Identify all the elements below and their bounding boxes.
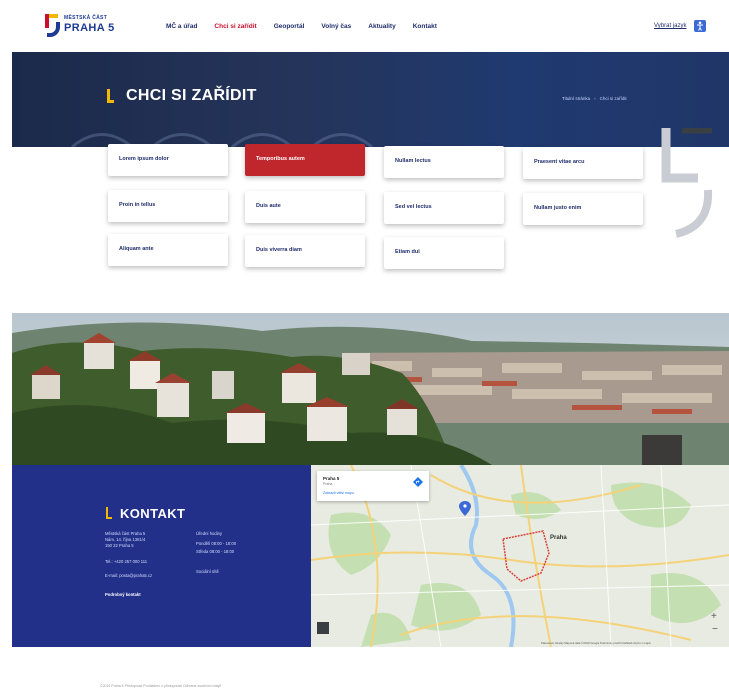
map-card-subtitle: Praha [323,482,333,486]
nav-item-chci-si-zaridit[interactable]: Chci si zařídit [214,23,256,30]
tile-aliquam-ante[interactable]: Aliquam ante [108,234,228,266]
map-type-toggle[interactable] [317,622,329,634]
logo-watermark-icon [661,128,713,238]
footer-links: ©2019 Praha 5 Přístupnost Prohlášení o p… [100,684,222,688]
office-hours-line-2: Středa 08:00 - 18:00 [196,549,235,554]
accessibility-icon[interactable] [694,20,706,32]
larger-map-link[interactable]: Zobrazit větší mapu [323,491,354,495]
logo-title: PRAHA 5 [64,22,115,34]
tile-temporibus-autem[interactable]: Temporibus autem [245,144,365,176]
tile-nullam-lectus[interactable]: Nullam lectus [384,146,504,178]
office-hours-line-1: Pondělí 08:00 - 18:00 [196,541,237,546]
tile-lorem-ipsum[interactable]: Lorem ipsum dolor [108,144,228,176]
tile-duis-viverra[interactable]: Duis viverra diam [245,235,365,267]
contact-title: KONTAKT [120,506,186,521]
contact-email[interactable]: E-mail: posta@praha5.cz [105,573,152,579]
nav-item-kontakt[interactable]: Kontakt [413,23,437,30]
tile-duis-aute[interactable]: Duis aute [245,191,365,223]
tile-praesent-vitae[interactable]: Praesent vitae arcu [523,147,643,179]
logo-mark-icon [42,12,62,38]
zoom-in-button[interactable]: + [711,611,717,622]
logo[interactable]: MĚSTSKÁ ČÁST PRAHA 5 [42,12,122,44]
site-header: MĚSTSKÁ ČÁST PRAHA 5 MČ a úřad Chci si z… [0,0,729,52]
contact-address-line-3: 150 22 Praha 5 [105,543,134,548]
map-attribution: Klávesové zkratky Mapová data ©2019 Goog… [541,641,651,645]
city-panorama-illustration [12,313,729,465]
contact-section: KONTAKT Městská část Praha 5 Nám. 14. ří… [12,465,311,647]
logo-subtitle: MĚSTSKÁ ČÁST [64,15,108,21]
social-title: Sociální sítě [196,569,219,574]
bridge-arches-decoration [71,133,373,147]
hero-mark-icon [107,89,114,103]
main-nav: MČ a úřad Chci si zařídit Geoportál Voln… [166,23,454,30]
breadcrumb: Titulní stránka › Chci si zařídit [562,96,627,101]
contact-detail-link[interactable]: Podrobný kontakt [105,592,141,598]
contact-phone[interactable]: Tel.: +420 257 000 111 [105,559,147,565]
hero-banner: CHCI SI ZAŘÍDIT Titulní stránka › Chci si … [12,52,729,147]
map-city-label: Praha [550,535,567,541]
tile-etiam-dui[interactable]: Etiam dui [384,237,504,269]
zoom-out-button[interactable]: − [712,624,718,635]
map-info-card: Praha 5 Praha Zobrazit větší mapu [317,471,429,501]
tile-nullam-justo[interactable]: Nullam justo enim [523,193,643,225]
nav-item-geoportal[interactable]: Geoportál [274,23,305,30]
breadcrumb-current: Chci si zařídit [599,96,627,101]
page-title: CHCI SI ZAŘÍDIT [126,87,257,104]
language-link[interactable]: Vybrat jazyk [654,23,686,29]
map-card-title: Praha 5 [323,476,340,481]
nav-item-mc-urad[interactable]: MČ a úřad [166,23,197,30]
nav-item-volny-cas[interactable]: Volný čas [321,23,351,30]
map-widget[interactable]: Praha 5 Praha Zobrazit větší mapu Praha … [311,465,729,647]
city-panorama-photo [12,313,729,465]
breadcrumb-home[interactable]: Titulní stránka [562,96,590,101]
tile-sed-vel-lectus[interactable]: Sed vel lectus [384,192,504,224]
directions-icon[interactable] [413,477,423,487]
nav-item-aktuality[interactable]: Aktuality [368,23,395,30]
office-hours-title: Úřední hodiny [196,531,223,536]
contact-mark-icon [106,507,113,519]
tile-proin-in-tellus[interactable]: Proin in tellus [108,190,228,222]
